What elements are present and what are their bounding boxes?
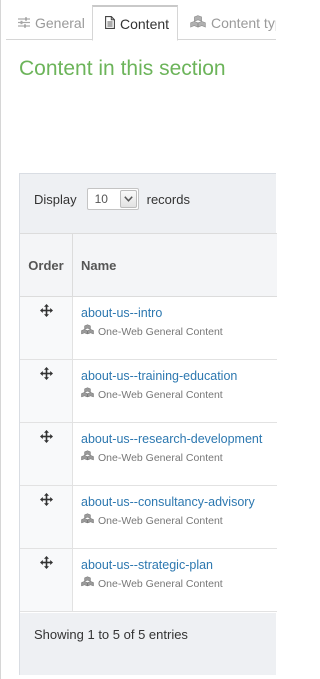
content-type-text: One-Web General Content xyxy=(98,325,223,338)
records-per-page-select[interactable]: 10 xyxy=(86,188,139,210)
drag-handle[interactable] xyxy=(20,549,73,611)
tab-general[interactable]: General xyxy=(6,5,92,40)
tab-content[interactable]: Content xyxy=(92,5,178,41)
content-type-text: One-Web General Content xyxy=(98,388,223,401)
page-title: Content in this section xyxy=(19,57,226,80)
content-table: Order Name about-us--intro One-Web Gener… xyxy=(20,233,277,613)
table-row: about-us--training-education One-Web Gen… xyxy=(20,360,277,423)
cubes-icon xyxy=(190,14,206,31)
tab-content-type-label: Content typ xyxy=(211,14,276,31)
column-header-name[interactable]: Name xyxy=(73,234,277,296)
table-row: about-us--strategic-plan One-Web General… xyxy=(20,549,277,612)
records-label: records xyxy=(146,191,190,207)
content-link[interactable]: about-us--training-education xyxy=(81,368,277,384)
content-type-text: One-Web General Content xyxy=(98,514,223,527)
drag-handle[interactable] xyxy=(20,423,73,485)
table-row: about-us--intro One-Web General Content xyxy=(20,297,277,360)
content-type-label: One-Web General Content xyxy=(81,387,277,402)
tab-content-type[interactable]: Content typ xyxy=(178,5,276,40)
content-link[interactable]: about-us--research-development xyxy=(81,431,277,447)
content-type-label: One-Web General Content xyxy=(81,576,277,591)
content-list-panel: Display 10 records Order Name about-us--… xyxy=(19,173,277,675)
move-icon xyxy=(39,556,53,611)
content-link[interactable]: about-us--strategic-plan xyxy=(81,557,277,573)
tab-general-label: General xyxy=(35,14,85,31)
content-link[interactable]: about-us--intro xyxy=(81,305,277,321)
content-type-label: One-Web General Content xyxy=(81,450,277,465)
cubes-icon xyxy=(81,387,94,402)
display-label: Display xyxy=(34,191,77,207)
cubes-icon xyxy=(81,324,94,339)
content-link[interactable]: about-us--consultancy-advisory xyxy=(81,494,277,510)
content-type-text: One-Web General Content xyxy=(98,577,223,590)
move-icon xyxy=(39,430,53,485)
content-type-label: One-Web General Content xyxy=(81,513,277,528)
content-type-text: One-Web General Content xyxy=(98,451,223,464)
cubes-icon xyxy=(81,576,94,591)
document-icon xyxy=(105,15,115,32)
tab-content-label: Content xyxy=(120,15,170,32)
sliders-icon xyxy=(18,15,30,31)
chevron-down-icon[interactable] xyxy=(119,190,137,208)
cubes-icon xyxy=(81,513,94,528)
column-header-order[interactable]: Order xyxy=(20,234,73,296)
drag-handle[interactable] xyxy=(20,360,73,422)
drag-handle[interactable] xyxy=(20,297,73,359)
records-per-page-value: 10 xyxy=(94,192,108,206)
content-type-label: One-Web General Content xyxy=(81,324,277,339)
drag-handle[interactable] xyxy=(20,486,73,548)
tab-bar: General Content Content typ xyxy=(6,5,276,41)
move-icon xyxy=(39,304,53,359)
table-row: about-us--consultancy-advisory One-Web G… xyxy=(20,486,277,549)
table-row: about-us--research-development One-Web G… xyxy=(20,423,277,486)
cubes-icon xyxy=(81,450,94,465)
move-icon xyxy=(39,493,53,548)
table-header: Order Name xyxy=(20,234,277,297)
table-info: Showing 1 to 5 of 5 entries xyxy=(34,627,188,642)
move-icon xyxy=(39,367,53,422)
page-length-control: Display 10 records xyxy=(34,188,190,210)
